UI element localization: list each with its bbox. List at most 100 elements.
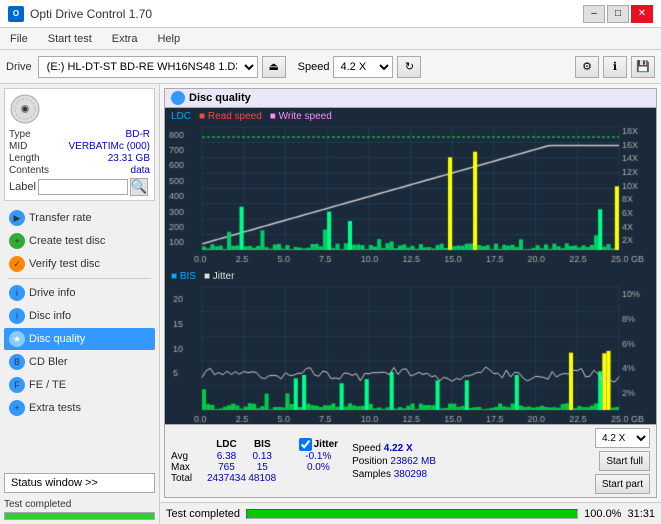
status-text: Test completed [166, 508, 240, 520]
legend-ldc: LDC [171, 111, 191, 122]
cd-bler-icon: B [9, 354, 25, 370]
disc-length-label: Length [9, 153, 40, 164]
sidebar-item-label: Drive info [29, 287, 75, 299]
sidebar: Type BD-R MID VERBATIMc (000) Length 23.… [0, 84, 160, 524]
total-label: Total [171, 473, 207, 484]
status-window-label: Status window >> [11, 477, 98, 489]
disc-mid-label: MID [9, 141, 27, 152]
save-button[interactable]: 💾 [631, 56, 655, 78]
sidebar-item-fe-te[interactable]: F FE / TE [4, 374, 155, 396]
stats-speed-select[interactable]: 4.2 X [595, 428, 650, 448]
speed-header: Speed [352, 443, 384, 454]
disc-label-input[interactable] [38, 179, 128, 195]
extra-tests-icon: + [9, 400, 25, 416]
disc-icon [9, 93, 41, 125]
sidebar-item-label: CD Bler [29, 356, 68, 368]
app-title: Opti Drive Control 1.70 [30, 7, 152, 21]
settings-button[interactable]: ⚙ [575, 56, 599, 78]
max-label: Max [171, 462, 207, 473]
max-bis: 15 [246, 462, 279, 473]
refresh-button[interactable]: ↻ [397, 56, 421, 78]
disc-mid-row: MID VERBATIMc (000) [9, 141, 150, 152]
stats-header-ldc: LDC [207, 438, 246, 451]
sidebar-item-label: Transfer rate [29, 212, 92, 224]
chart1-canvas [167, 123, 654, 268]
sidebar-item-cd-bler[interactable]: B CD Bler [4, 351, 155, 373]
create-test-icon: + [9, 233, 25, 249]
drive-label: Drive [6, 61, 32, 73]
sidebar-item-disc-info[interactable]: i Disc info [4, 305, 155, 327]
menu-help[interactable]: Help [153, 32, 184, 46]
start-part-button[interactable]: Start part [595, 474, 650, 494]
disc-type-value: BD-R [126, 129, 150, 140]
right-controls: 4.2 X Start full Start part [595, 428, 650, 494]
bottom-status-bar: Test completed 100.0% 31:31 [160, 502, 661, 524]
disc-contents-label: Contents [9, 165, 49, 176]
avg-jitter: -0.1% [299, 451, 338, 462]
bottom-time: 31:31 [627, 508, 655, 520]
disc-quality-header: Disc quality [165, 89, 656, 108]
transfer-rate-icon: ▶ [9, 210, 25, 226]
nav-divider-1 [8, 278, 151, 279]
disc-contents-row: Contents data [9, 165, 150, 176]
drive-select[interactable]: (E:) HL-DT-ST BD-RE WH16NS48 1.D3 [38, 56, 258, 78]
avg-label: Avg [171, 451, 207, 462]
sidebar-item-extra-tests[interactable]: + Extra tests [4, 397, 155, 419]
bottom-percent: 100.0% [584, 508, 621, 520]
eject-button[interactable]: ⏏ [262, 56, 286, 78]
avg-bis: 0.13 [246, 451, 279, 462]
status-window-button[interactable]: Status window >> [4, 473, 155, 493]
menu-file[interactable]: File [6, 32, 32, 46]
sidebar-item-disc-quality[interactable]: ★ Disc quality [4, 328, 155, 350]
sidebar-status: Test completed [4, 499, 155, 522]
maximize-button[interactable]: □ [607, 5, 629, 23]
disc-length-value: 23.31 GB [108, 153, 150, 164]
sidebar-item-label: Verify test disc [29, 258, 100, 270]
legend-jitter: ■ Jitter [204, 271, 235, 282]
avg-ldc: 6.38 [207, 451, 246, 462]
sidebar-item-create-test-disc[interactable]: + Create test disc [4, 230, 155, 252]
disc-header [9, 93, 150, 125]
chart2-canvas [167, 283, 654, 424]
chart1-container: LDC ■ Read speed ■ Write speed [167, 110, 654, 268]
app-icon: O [8, 6, 24, 22]
close-button[interactable]: ✕ [631, 5, 653, 23]
sidebar-item-drive-info[interactable]: i Drive info [4, 282, 155, 304]
chart2-container: ■ BIS ■ Jitter [167, 270, 654, 424]
sidebar-progress-bar [5, 513, 154, 519]
stats-header-jitter: Jitter [299, 438, 338, 451]
sidebar-item-transfer-rate[interactable]: ▶ Transfer rate [4, 207, 155, 229]
position-row: Position 23862 MB [352, 456, 436, 467]
sidebar-item-verify-test-disc[interactable]: ✓ Verify test disc [4, 253, 155, 275]
disc-type-label: Type [9, 129, 31, 140]
menu-extra[interactable]: Extra [108, 32, 142, 46]
disc-quality-panel: Disc quality LDC ■ Read speed ■ Write sp… [164, 88, 657, 498]
disc-label-button[interactable]: 🔍 [130, 178, 148, 196]
menu-start-test[interactable]: Start test [44, 32, 96, 46]
stats-area: LDC BIS Jitter [165, 424, 656, 497]
speed-value: 4.22 X [384, 443, 413, 454]
sidebar-item-label: Extra tests [29, 402, 81, 414]
position-value: 23862 MB [390, 456, 436, 467]
info-button[interactable]: ℹ [603, 56, 627, 78]
sidebar-progress-container [4, 512, 155, 520]
max-jitter: 0.0% [299, 462, 338, 473]
speed-label: Speed [298, 61, 330, 73]
disc-quality-icon: ★ [9, 331, 25, 347]
disc-panel: Type BD-R MID VERBATIMc (000) Length 23.… [4, 88, 155, 201]
panel-header-icon [171, 91, 185, 105]
drive-info-icon: i [9, 285, 25, 301]
speed-select[interactable]: 4.2 X [333, 56, 393, 78]
jitter-checkbox[interactable] [299, 438, 312, 451]
bottom-progress-bar [247, 510, 577, 518]
max-ldc: 765 [207, 462, 246, 473]
samples-value: 380298 [394, 469, 427, 480]
sidebar-item-label: Create test disc [29, 235, 105, 247]
toolbar: Drive (E:) HL-DT-ST BD-RE WH16NS48 1.D3 … [0, 50, 661, 84]
disc-label-label: Label [9, 181, 36, 193]
start-full-button[interactable]: Start full [599, 451, 650, 471]
content-area: Disc quality LDC ■ Read speed ■ Write sp… [160, 84, 661, 524]
minimize-button[interactable]: – [583, 5, 605, 23]
total-bis: 48108 [246, 473, 279, 484]
samples-label: Samples [352, 469, 391, 480]
